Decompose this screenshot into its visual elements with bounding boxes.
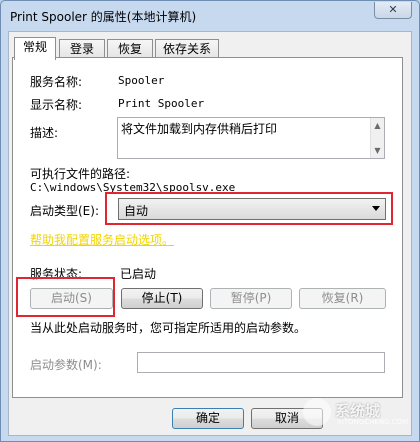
watermark: 系统城 XITONGCHENG.COM <box>303 396 413 428</box>
help-configure-link[interactable]: 帮助我配置服务启动选项。 <box>30 231 174 248</box>
properties-window: Print Spooler 的属性(本地计算机) ✕ 常规 登录 恢复 依存关系… <box>0 0 420 442</box>
stop-button[interactable]: 停止(T) <box>121 288 203 309</box>
service-name-label: 服务名称: <box>30 75 83 89</box>
start-button-highlight <box>16 277 115 317</box>
watermark-subtext: XITONGCHENG.COM <box>337 418 409 426</box>
close-icon: ✕ <box>388 3 398 16</box>
resume-button[interactable]: 恢复(R) <box>299 288 386 309</box>
exe-path-label: 可执行文件的路径: <box>30 167 131 181</box>
ok-button[interactable]: 确定 <box>172 408 244 429</box>
display-name-label: 显示名称: <box>30 98 83 112</box>
tab-recovery[interactable]: 恢复 <box>107 39 153 59</box>
tab-general[interactable]: 常规 <box>14 37 56 60</box>
close-button[interactable]: ✕ <box>374 2 412 19</box>
description-box[interactable]: 将文件加载到内存供稍后打印 ▲ ▼ <box>117 117 385 159</box>
description-scrollbar[interactable]: ▲ ▼ <box>370 118 384 158</box>
window-title: Print Spooler 的属性(本地计算机) <box>10 10 197 24</box>
start-params-hint: 当从此处启动服务时，您可指定所适用的启动参数。 <box>30 321 307 335</box>
tab-logon[interactable]: 登录 <box>59 39 105 59</box>
service-status-value: 已启动 <box>120 267 157 281</box>
service-name-value: Spooler <box>118 74 165 87</box>
watermark-logo-icon <box>303 398 331 426</box>
scroll-down-arrow-icon[interactable]: ▼ <box>373 146 382 155</box>
display-name-value: Print Spooler <box>118 97 205 110</box>
start-params-input[interactable] <box>137 352 385 373</box>
scroll-up-arrow-icon[interactable]: ▲ <box>373 121 382 130</box>
startup-type-label: 启动类型(E): <box>30 204 99 218</box>
start-params-label: 启动参数(M): <box>30 358 102 372</box>
startup-type-highlight <box>105 192 393 225</box>
pause-button[interactable]: 暂停(P) <box>210 288 292 309</box>
title-bar[interactable]: Print Spooler 的属性(本地计算机) ✕ <box>1 1 419 31</box>
description-label: 描述: <box>30 126 59 140</box>
description-text: 将文件加载到内存供稍后打印 <box>121 122 278 136</box>
tab-dependencies[interactable]: 依存关系 <box>155 39 219 59</box>
